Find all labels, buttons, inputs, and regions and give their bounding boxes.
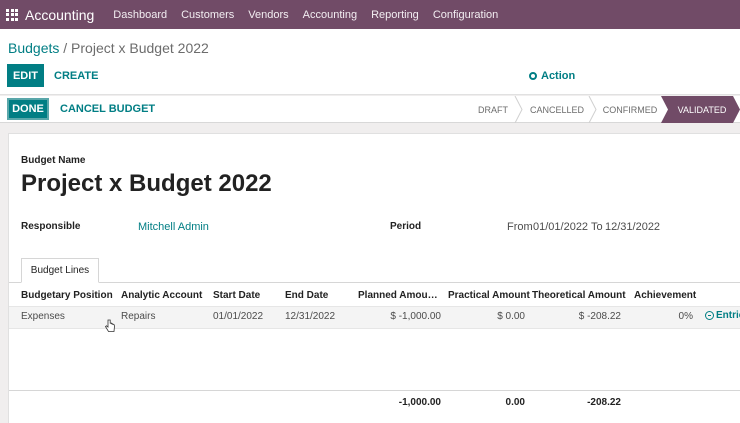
circle-arrow-icon — [705, 311, 714, 320]
create-button[interactable]: CREATE — [54, 64, 98, 87]
cell-start-date: 01/01/2022 — [213, 311, 264, 322]
col-end-date[interactable]: End Date — [285, 290, 328, 301]
tab-divider — [9, 282, 740, 283]
app-name[interactable]: Accounting — [25, 7, 94, 23]
col-theoretical-amount[interactable]: Theoretical Amount — [532, 290, 626, 301]
responsible-link[interactable]: Mitchell Admin — [138, 221, 209, 233]
period-to-label: To — [591, 221, 603, 233]
stage-separator — [514, 96, 523, 123]
col-achievement[interactable]: Achievement — [634, 290, 696, 301]
cell-theoretical: $ -208.22 — [578, 311, 621, 322]
breadcrumb-current: Project x Budget 2022 — [71, 40, 209, 56]
breadcrumb-budgets-link[interactable]: Budgets — [8, 40, 59, 56]
entries-button[interactable]: Entries — [705, 310, 740, 321]
done-button[interactable]: DONE — [7, 98, 49, 120]
col-practical-amount[interactable]: Practical Amount — [448, 290, 530, 301]
period-label: Period — [390, 221, 422, 232]
cell-achievement: 0% — [678, 311, 693, 322]
edit-button[interactable]: EDIT — [7, 64, 44, 87]
col-planned-amount[interactable]: Planned Amou… — [358, 290, 438, 301]
cell-end-date: 12/31/2022 — [285, 311, 336, 322]
menu-dashboard[interactable]: Dashboard — [106, 9, 174, 21]
entries-label: Entries — [716, 310, 740, 321]
cell-position: Expenses — [21, 311, 65, 322]
cancel-budget-button[interactable]: CANCEL BUDGET — [60, 98, 155, 120]
stage-validated[interactable]: VALIDATED — [668, 96, 736, 123]
hand-cursor-icon — [104, 319, 115, 332]
menu-configuration[interactable]: Configuration — [426, 9, 505, 21]
cell-practical: $ 0.00 — [497, 311, 525, 322]
menu-accounting[interactable]: Accounting — [296, 9, 364, 21]
period-from-label: From — [507, 221, 533, 233]
top-navbar: Accounting Dashboard Customers Vendors A… — [0, 0, 740, 29]
status-bar: DONE CANCEL BUDGET DRAFT CANCELLED CONFI… — [0, 96, 740, 123]
breadcrumb-separator: / — [59, 40, 72, 56]
stage-draft[interactable]: DRAFT — [468, 96, 518, 123]
menu-customers[interactable]: Customers — [174, 9, 241, 21]
form-sheet: Budget Name Project x Budget 2022 Respon… — [8, 133, 740, 423]
total-theoretical: -208.22 — [587, 397, 621, 408]
menu-vendors[interactable]: Vendors — [241, 9, 295, 21]
total-planned: -1,000.00 — [398, 397, 441, 408]
stage-confirmed[interactable]: CONFIRMED — [598, 96, 662, 123]
menu-reporting[interactable]: Reporting — [364, 9, 426, 21]
tab-budget-lines[interactable]: Budget Lines — [21, 258, 99, 283]
gear-icon — [529, 71, 537, 80]
action-label: Action — [541, 69, 576, 82]
apps-grid-icon[interactable] — [6, 8, 18, 21]
stage-separator — [588, 96, 597, 123]
table-footer-divider — [9, 390, 740, 391]
period-to-value: 12/31/2022 — [605, 221, 661, 233]
stage-cancelled[interactable]: CANCELLED — [524, 96, 590, 123]
period-from-value: 01/01/2022 — [533, 221, 589, 233]
cell-account: Repairs — [121, 311, 156, 322]
budget-name-label: Budget Name — [21, 155, 86, 166]
cell-planned: $ -1,000.00 — [390, 311, 441, 322]
total-practical: 0.00 — [505, 397, 525, 408]
budget-name-title: Project x Budget 2022 — [21, 170, 272, 197]
breadcrumb: Budgets / Project x Budget 2022 — [8, 40, 209, 56]
action-menu-button[interactable]: Action — [529, 64, 575, 87]
responsible-label: Responsible — [21, 221, 81, 232]
col-analytic-account[interactable]: Analytic Account — [121, 290, 202, 301]
col-start-date[interactable]: Start Date — [213, 290, 260, 301]
control-panel: Budgets / Project x Budget 2022 EDIT CRE… — [0, 29, 740, 95]
col-budgetary-position[interactable]: Budgetary Position — [21, 290, 113, 301]
